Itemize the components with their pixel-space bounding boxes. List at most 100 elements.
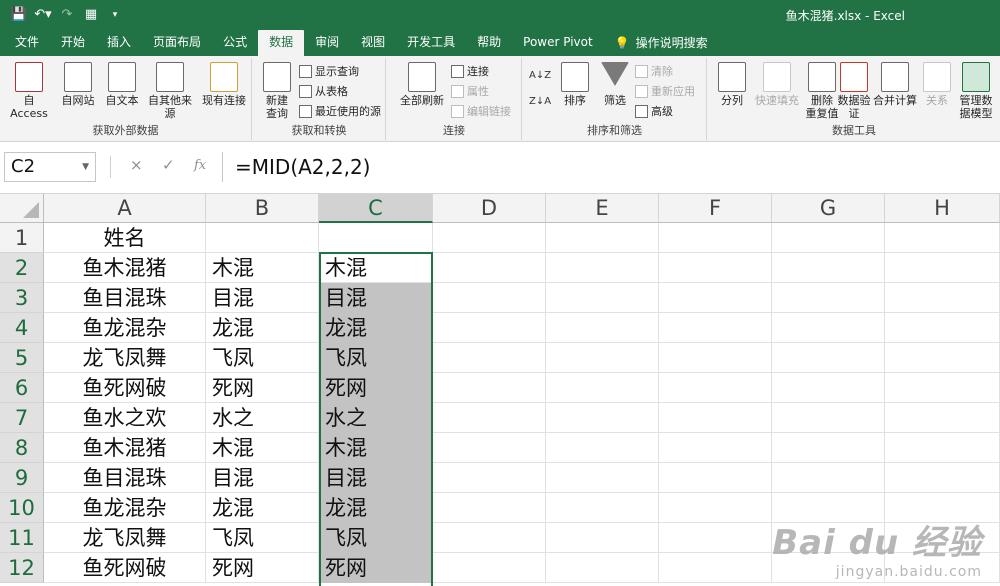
- tab-home[interactable]: 开始: [50, 30, 96, 56]
- show-query-button[interactable]: 显示查询: [299, 62, 359, 80]
- refresh-all-button[interactable]: 全部刷新: [395, 62, 449, 107]
- cell-b12[interactable]: 死网: [206, 553, 319, 583]
- cell-c1[interactable]: [319, 223, 433, 253]
- cell-e11[interactable]: [546, 523, 659, 553]
- cell-e9[interactable]: [546, 463, 659, 493]
- cell-e5[interactable]: [546, 343, 659, 373]
- text-to-columns-button[interactable]: 分列: [714, 62, 750, 107]
- new-query-button[interactable]: 新建 查询: [259, 62, 295, 120]
- cell-b9[interactable]: 目混: [206, 463, 319, 493]
- row-header[interactable]: 10: [0, 493, 44, 523]
- from-access-button[interactable]: 自 Access: [6, 62, 52, 120]
- properties-button[interactable]: 属性: [451, 82, 489, 100]
- tab-help[interactable]: 帮助: [466, 30, 512, 56]
- cell-f1[interactable]: [659, 223, 772, 253]
- manage-data-model-button[interactable]: 管理数 据模型: [954, 62, 998, 120]
- cell-d1[interactable]: [433, 223, 546, 253]
- cell-f11[interactable]: [659, 523, 772, 553]
- connections-button[interactable]: 连接: [451, 62, 489, 80]
- from-web-button[interactable]: 自网站: [58, 62, 98, 107]
- edit-links-button[interactable]: 编辑链接: [451, 102, 511, 120]
- cell-a6[interactable]: 鱼死网破: [44, 373, 206, 403]
- insert-function-icon[interactable]: fx: [194, 158, 206, 173]
- row-header[interactable]: 8: [0, 433, 44, 463]
- cell-c10[interactable]: 龙混: [319, 493, 433, 523]
- cell-h1[interactable]: [885, 223, 1000, 253]
- column-header-b[interactable]: B: [206, 194, 319, 223]
- filter-button[interactable]: 筛选: [597, 62, 633, 107]
- cell-d10[interactable]: [433, 493, 546, 523]
- cell-c11[interactable]: 飞凤: [319, 523, 433, 553]
- column-header-a[interactable]: A: [44, 194, 206, 223]
- cell-f4[interactable]: [659, 313, 772, 343]
- tab-formulas[interactable]: 公式: [212, 30, 258, 56]
- cell-a10[interactable]: 鱼龙混杂: [44, 493, 206, 523]
- tab-insert[interactable]: 插入: [96, 30, 142, 56]
- cell-h5[interactable]: [885, 343, 1000, 373]
- sort-button[interactable]: 排序: [557, 62, 593, 107]
- tab-view[interactable]: 视图: [350, 30, 396, 56]
- cell-c6[interactable]: 死网: [319, 373, 433, 403]
- cell-g6[interactable]: [772, 373, 885, 403]
- from-table-button[interactable]: 从表格: [299, 82, 348, 100]
- cell-b5[interactable]: 飞凤: [206, 343, 319, 373]
- cell-b6[interactable]: 死网: [206, 373, 319, 403]
- cell-a1[interactable]: 姓名: [44, 223, 206, 253]
- name-box-dropdown-icon[interactable]: ▼: [82, 153, 89, 181]
- row-header[interactable]: 11: [0, 523, 44, 553]
- clear-button[interactable]: 清除: [635, 62, 673, 80]
- recent-sources-button[interactable]: 最近使用的源: [299, 102, 381, 120]
- cell-a9[interactable]: 鱼目混珠: [44, 463, 206, 493]
- cell-g2[interactable]: [772, 253, 885, 283]
- cell-f7[interactable]: [659, 403, 772, 433]
- row-header[interactable]: 5: [0, 343, 44, 373]
- enter-icon[interactable]: ✓: [162, 156, 175, 174]
- cell-d4[interactable]: [433, 313, 546, 343]
- cell-a12[interactable]: 鱼死网破: [44, 553, 206, 583]
- tab-developer[interactable]: 开发工具: [396, 30, 466, 56]
- relationships-button[interactable]: 关系: [920, 62, 954, 107]
- cell-d9[interactable]: [433, 463, 546, 493]
- cell-f2[interactable]: [659, 253, 772, 283]
- column-header-c[interactable]: C: [319, 194, 433, 223]
- cell-f6[interactable]: [659, 373, 772, 403]
- cell-b1[interactable]: [206, 223, 319, 253]
- cell-e4[interactable]: [546, 313, 659, 343]
- row-header[interactable]: 7: [0, 403, 44, 433]
- cell-d3[interactable]: [433, 283, 546, 313]
- column-header-f[interactable]: F: [659, 194, 772, 223]
- cell-g1[interactable]: [772, 223, 885, 253]
- cell-h3[interactable]: [885, 283, 1000, 313]
- cell-e12[interactable]: [546, 553, 659, 583]
- cell-d2[interactable]: [433, 253, 546, 283]
- cell-d6[interactable]: [433, 373, 546, 403]
- cell-h2[interactable]: [885, 253, 1000, 283]
- flash-fill-button[interactable]: 快速填充: [752, 62, 802, 107]
- tab-power-pivot[interactable]: Power Pivot: [512, 30, 604, 56]
- cell-c9[interactable]: 目混: [319, 463, 433, 493]
- tab-file[interactable]: 文件: [4, 30, 50, 56]
- cell-a3[interactable]: 鱼目混珠: [44, 283, 206, 313]
- cell-f5[interactable]: [659, 343, 772, 373]
- cell-c7[interactable]: 水之: [319, 403, 433, 433]
- cell-h6[interactable]: [885, 373, 1000, 403]
- from-text-button[interactable]: 自文本: [102, 62, 142, 107]
- cell-g3[interactable]: [772, 283, 885, 313]
- row-header[interactable]: 3: [0, 283, 44, 313]
- row-header[interactable]: 6: [0, 373, 44, 403]
- cell-f9[interactable]: [659, 463, 772, 493]
- cell-d7[interactable]: [433, 403, 546, 433]
- advanced-button[interactable]: 高级: [635, 102, 673, 120]
- cell-a7[interactable]: 鱼水之欢: [44, 403, 206, 433]
- cell-c2[interactable]: 木混: [319, 253, 433, 283]
- tab-page-layout[interactable]: 页面布局: [142, 30, 212, 56]
- column-header-e[interactable]: E: [546, 194, 659, 223]
- cell-a11[interactable]: 龙飞凤舞: [44, 523, 206, 553]
- sort-ascending-button[interactable]: A↓Z: [529, 66, 551, 84]
- cell-c5[interactable]: 飞凤: [319, 343, 433, 373]
- row-header[interactable]: 4: [0, 313, 44, 343]
- cell-c3[interactable]: 目混: [319, 283, 433, 313]
- cell-a5[interactable]: 龙飞凤舞: [44, 343, 206, 373]
- cell-a2[interactable]: 鱼木混猪: [44, 253, 206, 283]
- cell-e8[interactable]: [546, 433, 659, 463]
